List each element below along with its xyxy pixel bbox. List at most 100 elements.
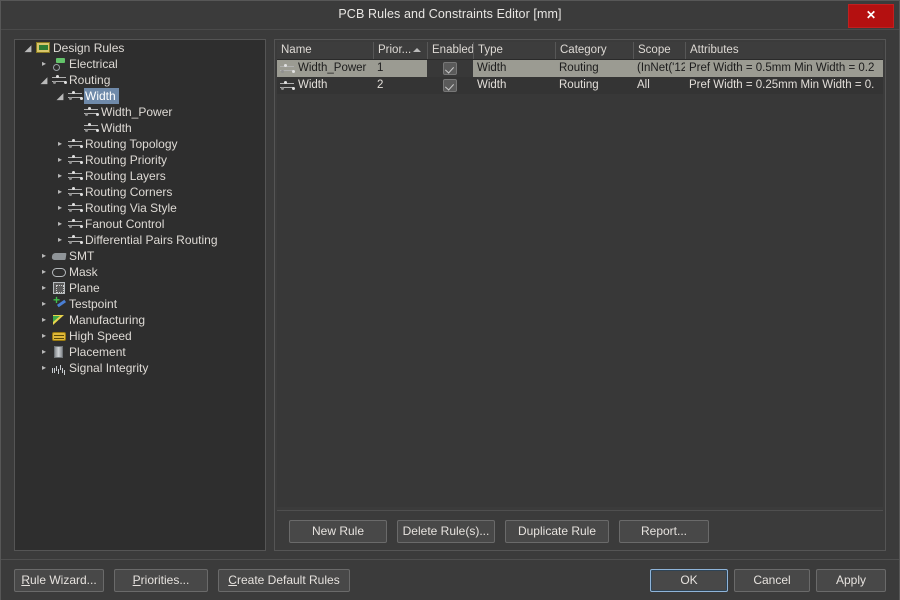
table-body: Width_Power 1 Width Routing (InNet('12' Pref … xyxy=(277,60,883,94)
cell-attributes[interactable]: Pref Width = 0.25mm Min Width = 0. xyxy=(685,77,883,94)
priorities-button[interactable]: Priorities... xyxy=(114,569,208,592)
tree-item-mask[interactable]: ▸ Mask xyxy=(15,264,265,280)
twisty-expanded-icon[interactable]: ◢ xyxy=(53,88,67,104)
twisty-expanded-icon[interactable]: ◢ xyxy=(37,72,51,88)
twisty-collapsed-icon[interactable]: ▸ xyxy=(37,344,51,360)
enabled-checkbox[interactable] xyxy=(443,62,457,75)
electrical-icon-shape xyxy=(53,58,65,71)
grid-button-bar: New Rule Delete Rule(s)... Duplicate Rul… xyxy=(277,510,883,551)
apply-button[interactable]: Apply xyxy=(816,569,886,592)
cell-scope[interactable]: (InNet('12' xyxy=(633,60,685,77)
column-header-label: Prior... xyxy=(378,44,412,56)
cell-type[interactable]: Width xyxy=(473,60,555,77)
twisty-collapsed-icon[interactable]: ▸ xyxy=(53,200,67,216)
column-header-attributes[interactable]: Attributes xyxy=(685,42,883,59)
rules-table[interactable]: Name Prior... Enabled Type Category Scope Attr… xyxy=(277,42,883,507)
routing-icon-shape xyxy=(68,139,82,149)
tree-item-testpoint[interactable]: ▸ Testpoint xyxy=(15,294,265,312)
cell-name[interactable]: Width_Power xyxy=(277,60,373,77)
cell-attributes[interactable]: Pref Width = 0.5mm Min Width = 0.2 xyxy=(685,60,883,77)
twisty-expanded-icon[interactable]: ◢ xyxy=(21,40,35,56)
cell-scope[interactable]: All xyxy=(633,77,685,94)
cell-name[interactable]: Width xyxy=(277,77,373,94)
duplicate-rule-button[interactable]: Duplicate Rule xyxy=(505,520,609,543)
tree-item-routing-topology[interactable]: ▸ Routing Topology xyxy=(15,136,265,152)
tree-item-width-power[interactable]: Width_Power xyxy=(15,104,265,120)
delete-rules-button[interactable]: Delete Rule(s)... xyxy=(397,520,495,543)
tree-item-routing[interactable]: ◢ Routing xyxy=(15,72,265,88)
cell-priority[interactable]: 1 xyxy=(373,60,427,77)
close-button[interactable]: ✕ xyxy=(848,4,894,28)
tree-item-width[interactable]: Width xyxy=(15,120,265,136)
ok-button[interactable]: OK xyxy=(650,569,728,592)
create-default-rules-button[interactable]: Create Default Rules xyxy=(218,569,350,592)
table-row[interactable]: Width 2 Width Routing All Pref Width = 0.25mm… xyxy=(277,77,883,94)
tree-item-routing-corners[interactable]: ▸ Routing Corners xyxy=(15,184,265,200)
rule-wizard-button[interactable]: Rule Wizard... xyxy=(14,569,104,592)
tree-item-label: Plane xyxy=(69,281,100,295)
tree-item-label: Routing Priority xyxy=(85,153,168,167)
column-header-prior-[interactable]: Prior... xyxy=(373,42,427,59)
tree-item-routing-layers[interactable]: ▸ Routing Layers xyxy=(15,168,265,184)
cell-category[interactable]: Routing xyxy=(555,60,633,77)
twisty-collapsed-icon[interactable]: ▸ xyxy=(53,168,67,184)
tree-item-routing-via-style[interactable]: ▸ Routing Via Style xyxy=(15,200,265,216)
cell-type-label: Width xyxy=(477,79,507,91)
tree-item-smt[interactable]: ▸ SMT xyxy=(15,248,265,264)
rule-wizard-accel: R xyxy=(21,573,30,587)
table-row[interactable]: Width_Power 1 Width Routing (InNet('12' Pref … xyxy=(277,60,883,77)
column-header-name[interactable]: Name xyxy=(277,42,373,59)
cell-category[interactable]: Routing xyxy=(555,77,633,94)
twisty-collapsed-icon[interactable]: ▸ xyxy=(53,232,67,248)
create-default-rules-label: reate Default Rules xyxy=(236,573,340,587)
priorities-label: riorities... xyxy=(140,573,190,587)
design-rules-tree[interactable]: ◢ Design Rules ▸ Electrical ◢ Routing ◢ Width Wi… xyxy=(14,39,266,551)
tree-item-routing-priority[interactable]: ▸ Routing Priority xyxy=(15,152,265,168)
tree-item-differential-pairs-routing[interactable]: ▸ Differential Pairs Routing xyxy=(15,232,265,248)
cell-category-label: Routing xyxy=(559,79,599,91)
tree-item-label: Design Rules xyxy=(53,41,125,55)
twisty-collapsed-icon[interactable]: ▸ xyxy=(53,216,67,232)
twisty-collapsed-icon[interactable]: ▸ xyxy=(37,360,51,376)
twisty-collapsed-icon[interactable]: ▸ xyxy=(37,56,51,72)
tree-item-electrical[interactable]: ▸ Electrical xyxy=(15,56,265,72)
cell-category-label: Routing xyxy=(559,62,599,74)
priorities-accel: P xyxy=(132,573,141,587)
cell-enabled[interactable] xyxy=(427,60,473,77)
tree-item-label: Placement xyxy=(69,345,126,359)
twisty-collapsed-icon[interactable]: ▸ xyxy=(53,152,67,168)
twisty-collapsed-icon[interactable]: ▸ xyxy=(37,296,51,312)
twisty-collapsed-icon[interactable]: ▸ xyxy=(53,184,67,200)
cell-priority[interactable]: 2 xyxy=(373,77,427,94)
tree-item-design-rules[interactable]: ◢ Design Rules xyxy=(15,40,265,56)
enabled-checkbox[interactable] xyxy=(443,79,457,92)
routing-icon xyxy=(67,233,84,247)
tree-item-manufacturing[interactable]: ▸ Manufacturing xyxy=(15,312,265,328)
tree-item-signal-integrity[interactable]: ▸ Signal Integrity xyxy=(15,360,265,376)
window-title: PCB Rules and Constraints Editor [mm] xyxy=(338,7,562,21)
twisty-collapsed-icon[interactable]: ▸ xyxy=(37,264,51,280)
tree-item-fanout-control[interactable]: ▸ Fanout Control xyxy=(15,216,265,232)
close-icon: ✕ xyxy=(865,8,877,22)
cell-scope-label: All xyxy=(637,79,650,91)
new-rule-button[interactable]: New Rule xyxy=(289,520,387,543)
tree-item-high-speed[interactable]: ▸ High Speed xyxy=(15,328,265,344)
column-header-enabled[interactable]: Enabled xyxy=(427,42,473,59)
cell-enabled[interactable] xyxy=(427,77,473,94)
twisty-collapsed-icon[interactable]: ▸ xyxy=(37,280,51,296)
routing-icon xyxy=(83,105,100,119)
routing-icon xyxy=(67,201,84,215)
twisty-collapsed-icon[interactable]: ▸ xyxy=(37,248,51,264)
twisty-collapsed-icon[interactable]: ▸ xyxy=(37,328,51,344)
cancel-button[interactable]: Cancel xyxy=(734,569,810,592)
routing-icon-shape xyxy=(68,219,82,229)
tree-item-placement[interactable]: ▸ Placement xyxy=(15,344,265,360)
cell-type[interactable]: Width xyxy=(473,77,555,94)
twisty-collapsed-icon[interactable]: ▸ xyxy=(53,136,67,152)
report-button[interactable]: Report... xyxy=(619,520,709,543)
column-header-category[interactable]: Category xyxy=(555,42,633,59)
twisty-collapsed-icon[interactable]: ▸ xyxy=(37,312,51,328)
column-header-type[interactable]: Type xyxy=(473,42,555,59)
column-header-scope[interactable]: Scope xyxy=(633,42,685,59)
tree-item-width[interactable]: ◢ Width xyxy=(15,88,265,104)
